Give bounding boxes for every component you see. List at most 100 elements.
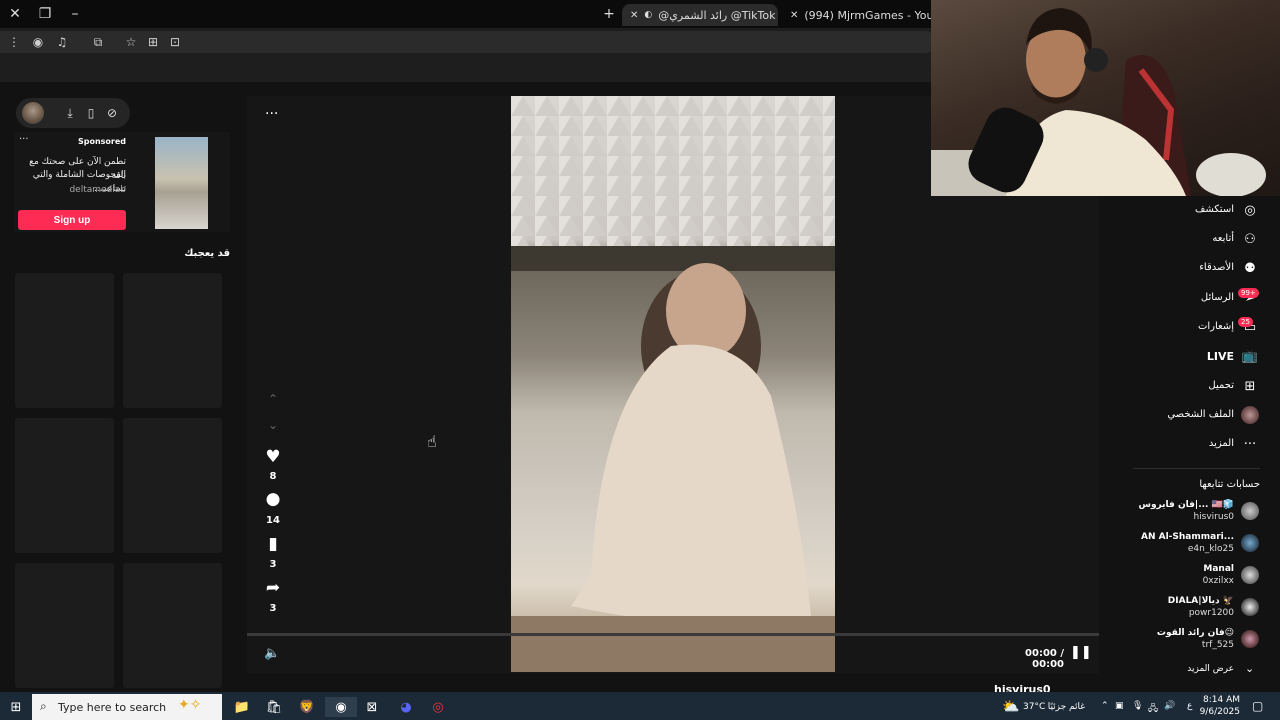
avatar[interactable]: [1241, 502, 1259, 520]
video-more-icon[interactable]: ···: [265, 106, 278, 122]
obs-icon[interactable]: ◎: [428, 697, 448, 717]
xbox-icon[interactable]: ⊠: [362, 697, 382, 717]
compass-icon[interactable]: ◎: [1241, 201, 1259, 219]
discord-icon[interactable]: ◕: [396, 697, 416, 717]
notification-center-icon[interactable]: ▢: [1252, 699, 1263, 713]
volume-tray-icon[interactable]: 🔊: [1164, 701, 1175, 711]
download-icon[interactable]: ⤓: [61, 104, 79, 122]
tab-close-icon[interactable]: ✕: [630, 10, 638, 21]
following-handle[interactable]: trf_525: [1202, 640, 1234, 650]
weather-icon[interactable]: ⛅: [1002, 699, 1019, 715]
volume-icon[interactable]: 🔈: [264, 646, 280, 661]
suggested-video-thumb[interactable]: [123, 418, 222, 553]
nav-more[interactable]: المزيد: [1209, 438, 1234, 449]
avatar[interactable]: [1241, 566, 1259, 584]
suggested-video-thumb[interactable]: [15, 563, 114, 688]
following-handle[interactable]: hisvirus0: [1193, 512, 1234, 522]
messages-badge: 99+: [1238, 288, 1259, 298]
profile-icon[interactable]: ◉: [30, 34, 46, 50]
tab-title: | TikTok@ رائد الشمري@: [658, 8, 778, 22]
store-icon[interactable]: 🛍: [264, 697, 284, 717]
author-name-peek[interactable]: hisvirus0: [994, 683, 1051, 692]
share-arrow-icon[interactable]: ➦: [263, 578, 283, 598]
coins-icon[interactable]: ⊘: [103, 104, 121, 122]
suggested-video-thumb[interactable]: [123, 273, 222, 408]
pause-icon[interactable]: ❚❚: [1070, 645, 1092, 660]
nav-explore[interactable]: استكشف: [1195, 204, 1234, 215]
nav-following[interactable]: أتابعه: [1212, 233, 1234, 244]
browser-menu-icon[interactable]: ⋮: [6, 34, 22, 50]
tab-youtube[interactable]: ✕ (994) MjrmGames - YouTube: [782, 4, 932, 26]
suggested-video-thumb[interactable]: [15, 418, 114, 553]
following-name[interactable]: Manal: [1203, 564, 1234, 574]
following-name[interactable]: DIALA|ديالا 🦅: [1168, 596, 1234, 606]
see-more-link[interactable]: عرض المزيد: [1187, 664, 1234, 674]
ad-menu-icon[interactable]: ···: [19, 134, 29, 145]
suggested-video-thumb[interactable]: [123, 563, 222, 688]
nav-profile[interactable]: الملف الشخصي: [1167, 409, 1234, 420]
share-count: 3: [269, 603, 277, 614]
following-handle[interactable]: powr1200: [1189, 608, 1234, 618]
signup-button[interactable]: Sign up: [18, 210, 126, 230]
next-video-icon[interactable]: ⌄: [263, 415, 283, 435]
address-bar[interactable]: [0, 31, 936, 53]
like-heart-icon[interactable]: ♥: [263, 447, 283, 467]
nav-notifications[interactable]: إشعارات: [1198, 321, 1234, 332]
avatar[interactable]: [1241, 598, 1259, 616]
suggested-video-thumb[interactable]: [15, 273, 114, 408]
window-restore-icon[interactable]: ❐: [30, 0, 60, 28]
tab-close-icon[interactable]: ✕: [790, 10, 798, 21]
ad-image[interactable]: [155, 137, 208, 229]
window-close-icon[interactable]: ✕: [0, 0, 30, 28]
more-dots-icon[interactable]: ···: [1241, 435, 1259, 453]
brave-browser-icon[interactable]: 🦁: [297, 697, 317, 717]
file-explorer-icon[interactable]: 📁: [232, 697, 252, 717]
bookmark-star-icon[interactable]: ☆: [123, 34, 139, 50]
following-name[interactable]: فان فايروس|... 🇺🇸🧊: [1139, 500, 1234, 510]
live-tv-icon[interactable]: 📺: [1241, 347, 1259, 365]
weather-desc[interactable]: غائم جزئيًا: [1043, 702, 1085, 712]
network-icon[interactable]: 🖧: [1148, 701, 1158, 717]
webcam-overlay: [931, 0, 1280, 196]
cast-icon[interactable]: ⊡: [167, 34, 183, 50]
avatar[interactable]: [22, 102, 44, 124]
previous-video-icon[interactable]: ⌃: [263, 389, 283, 409]
taskbar-search-box[interactable]: ⌕ Type here to search ✦✧: [32, 694, 222, 720]
nav-upload[interactable]: تحميل: [1208, 380, 1234, 391]
add-person-icon[interactable]: ⚇: [1241, 230, 1259, 248]
chevron-up-icon[interactable]: ⌃: [1101, 701, 1109, 711]
chevron-down-icon[interactable]: ⌄: [1245, 662, 1254, 675]
video-progress-bar[interactable]: [247, 633, 1099, 636]
nav-live[interactable]: LIVE: [1207, 350, 1234, 363]
following-name[interactable]: AN Al-Shammari...: [1141, 532, 1234, 542]
weather-temp[interactable]: 37°C: [1023, 702, 1045, 712]
tab-tiktok[interactable]: ✕ ◐ | TikTok@ رائد الشمري@ ♪: [622, 4, 778, 26]
profile-avatar-icon[interactable]: [1241, 406, 1259, 424]
chrome-icon[interactable]: ◉: [325, 697, 357, 717]
clock-date[interactable]: 9/6/2025: [1198, 707, 1240, 717]
avatar[interactable]: [1241, 534, 1259, 552]
clock-time[interactable]: 8:14 AM: [1198, 695, 1240, 705]
video-time: 00:00 / 00:00: [1025, 648, 1064, 670]
friends-icon[interactable]: ⚉: [1241, 259, 1259, 277]
nav-friends[interactable]: الأصدقاء: [1199, 262, 1234, 273]
upload-icon[interactable]: ⊞: [1241, 377, 1259, 395]
bookmark-icon[interactable]: ▮: [263, 534, 283, 554]
following-handle[interactable]: e4n_klo25: [1188, 544, 1234, 554]
tray-app-icon[interactable]: ▣: [1115, 701, 1124, 711]
windows-start-icon[interactable]: ⊞: [6, 697, 26, 717]
phone-icon[interactable]: ▯: [82, 104, 100, 122]
nav-messages[interactable]: الرسائل: [1201, 292, 1234, 303]
extensions-icon[interactable]: ⧉: [90, 34, 106, 50]
language-indicator[interactable]: ع: [1187, 701, 1192, 711]
following-handle[interactable]: 0xzilxx: [1203, 576, 1234, 586]
window-minimize-icon[interactable]: –: [60, 0, 90, 28]
video-frame[interactable]: [511, 96, 835, 672]
following-name[interactable]: فان رائد القوت😉: [1157, 628, 1234, 638]
comment-icon[interactable]: ●: [263, 489, 283, 509]
microphone-icon[interactable]: 🎙: [1132, 701, 1143, 711]
media-controls-icon[interactable]: ♫: [54, 34, 70, 50]
new-tab-button[interactable]: +: [594, 0, 624, 28]
translate-icon[interactable]: ⊞: [145, 34, 161, 50]
avatar[interactable]: [1241, 630, 1259, 648]
